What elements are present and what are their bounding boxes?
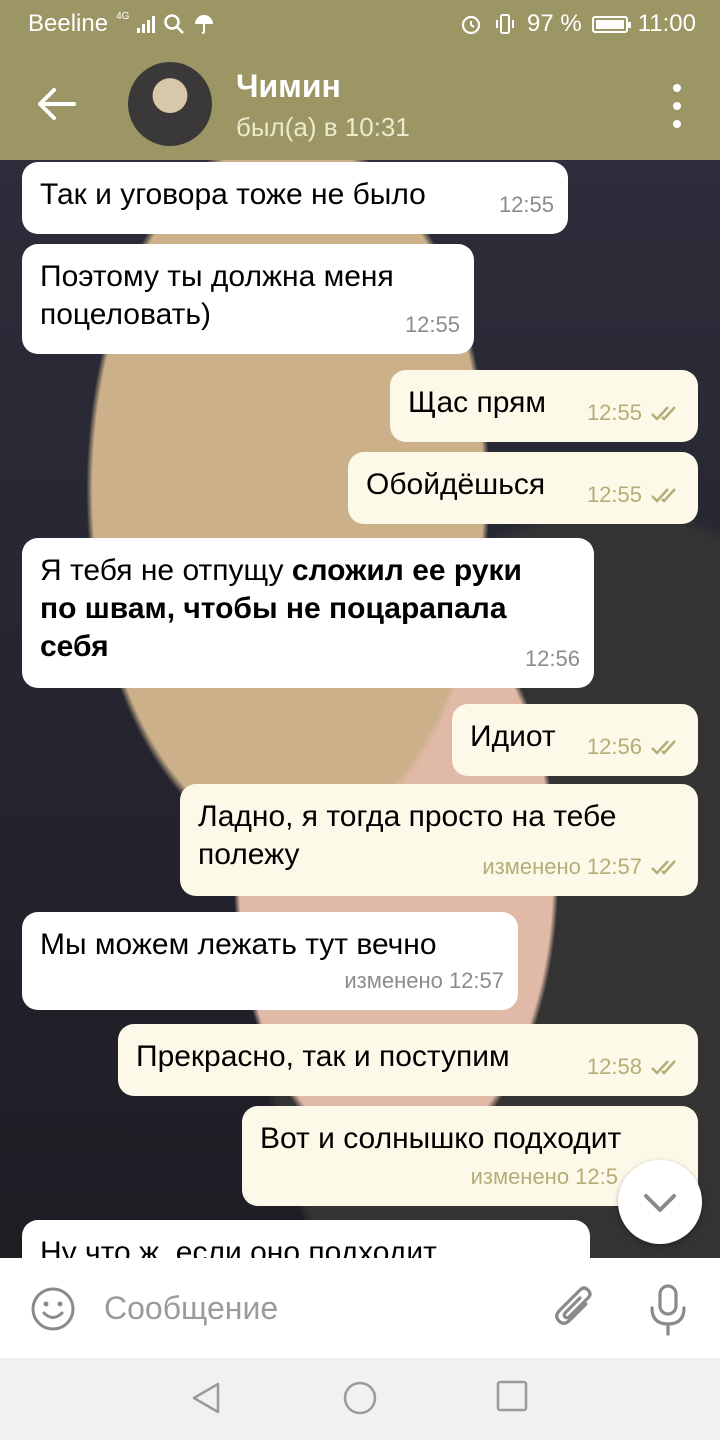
- message-bubble[interactable]: Щас прям 12:55: [390, 370, 698, 442]
- message-input[interactable]: Сообщение: [104, 1290, 278, 1327]
- message-time: 12:55: [498, 192, 554, 217]
- nav-recents-icon[interactable]: [496, 1380, 528, 1412]
- message-time: 12:55: [586, 400, 642, 425]
- last-seen-status: был(а) в 10:31: [236, 112, 410, 142]
- message-time: изменено 12:57: [344, 968, 504, 993]
- umbrella-icon: [195, 15, 214, 34]
- kebab-menu-icon[interactable]: [670, 84, 684, 128]
- message-text-plain: Я тебя не отпущу: [40, 554, 292, 587]
- clock: 11:00: [637, 10, 696, 37]
- alarm-icon: [461, 15, 481, 35]
- status-left: Beeline 4G: [28, 10, 215, 38]
- message-meta: 12:56: [525, 640, 580, 678]
- chat-header: Чимин был(а) в 10:31: [0, 48, 720, 160]
- message-text: Щас прям: [408, 386, 546, 419]
- message-text: Ну что ж, если оно подходит: [40, 1236, 437, 1260]
- message-time: изменено 12:57: [482, 854, 642, 879]
- message-bubble[interactable]: Ладно, я тогда просто на тебе полежу изм…: [180, 784, 698, 896]
- message-text: Прекрасно, так и поступим: [136, 1040, 510, 1073]
- system-nav-bar: [0, 1358, 720, 1440]
- message-time: 12:55: [586, 482, 642, 507]
- message-input-bar: Сообщение: [0, 1258, 720, 1358]
- message-text-bold: сложил ее руки: [291, 554, 522, 587]
- message-meta: 12:58: [587, 1048, 684, 1086]
- double-check-icon: [651, 406, 676, 421]
- message-meta: изменено 12:57: [344, 962, 504, 1000]
- message-bubble[interactable]: Идиот 12:56: [452, 704, 698, 776]
- message-text: Обойдёшься: [366, 468, 546, 501]
- back-arrow-icon[interactable]: [34, 84, 78, 124]
- nav-home-icon[interactable]: [342, 1380, 378, 1416]
- double-check-icon: [651, 740, 676, 755]
- message-text: Идиот: [470, 720, 556, 753]
- message-text-bold: по швам, чтобы не поцарапала: [40, 592, 507, 625]
- status-right: 97 % 11:00: [459, 10, 696, 38]
- status-bar: Beeline 4G 97 % 11:00: [0, 0, 720, 48]
- message-text-bold: себя: [40, 630, 109, 663]
- message-time: 12:58: [586, 1054, 642, 1079]
- message-bubble[interactable]: Так и уговора тоже не было 12:55: [22, 162, 568, 234]
- message-meta: 12:55: [587, 394, 684, 432]
- contact-name[interactable]: Чимин: [236, 68, 341, 105]
- message-bubble[interactable]: Прекрасно, так и поступим 12:58: [118, 1024, 698, 1096]
- message-bubble[interactable]: Мы можем лежать тут вечно изменено 12:57: [22, 912, 518, 1010]
- avatar[interactable]: [128, 62, 212, 146]
- message-time: 12:55: [404, 312, 460, 337]
- double-check-icon: [651, 1060, 676, 1075]
- battery-icon: [591, 15, 631, 33]
- message-text: Мы можем лежать тут вечно: [40, 928, 437, 961]
- message-meta: 12:56: [587, 728, 684, 766]
- signal-icon: [137, 15, 156, 33]
- message-text-line: Ладно, я тогда просто на тебе: [198, 800, 617, 833]
- emoji-icon[interactable]: [30, 1286, 76, 1332]
- search-icon: [164, 14, 185, 34]
- vibrate-icon: [496, 14, 515, 34]
- message-meta: 12:55: [587, 476, 684, 514]
- message-bubble[interactable]: Я тебя не отпущу сложил ее руки по швам,…: [22, 538, 594, 688]
- network-type: 4G: [116, 10, 130, 22]
- double-check-icon: [651, 860, 676, 875]
- message-meta: 12:55: [405, 306, 460, 344]
- battery-percent: 97 %: [527, 10, 582, 37]
- chat-area[interactable]: Так и уговора тоже не было 12:55 Поэтому…: [0, 160, 720, 1260]
- message-meta: 12:55: [499, 186, 554, 224]
- message-bubble[interactable]: Поэтому ты должна меня поцеловать) 12:55: [22, 244, 474, 354]
- message-text: Вот и солнышко подходит: [260, 1122, 622, 1155]
- message-text-line: Поэтому ты должна меня: [40, 260, 394, 293]
- message-bubble[interactable]: Ну что ж, если оно подходит: [22, 1220, 590, 1260]
- nav-back-icon[interactable]: [188, 1380, 224, 1416]
- attach-icon[interactable]: [552, 1282, 598, 1334]
- carrier-label: Beeline: [28, 10, 109, 37]
- message-text: Так и уговора тоже не было: [40, 178, 426, 211]
- double-check-icon: [651, 488, 676, 503]
- message-text-line: поцеловать): [40, 298, 211, 331]
- message-time: 12:56: [524, 646, 580, 671]
- chevron-down-icon: [644, 1194, 676, 1212]
- message-time: изменено 12:5: [470, 1164, 618, 1189]
- message-meta: изменено 12:57: [482, 848, 684, 886]
- message-bubble[interactable]: Обойдёшься 12:55: [348, 452, 698, 524]
- mic-icon[interactable]: [646, 1282, 690, 1338]
- scroll-down-button[interactable]: [618, 1160, 702, 1244]
- message-meta: изменено 12:5: [471, 1158, 618, 1196]
- message-time: 12:56: [586, 734, 642, 759]
